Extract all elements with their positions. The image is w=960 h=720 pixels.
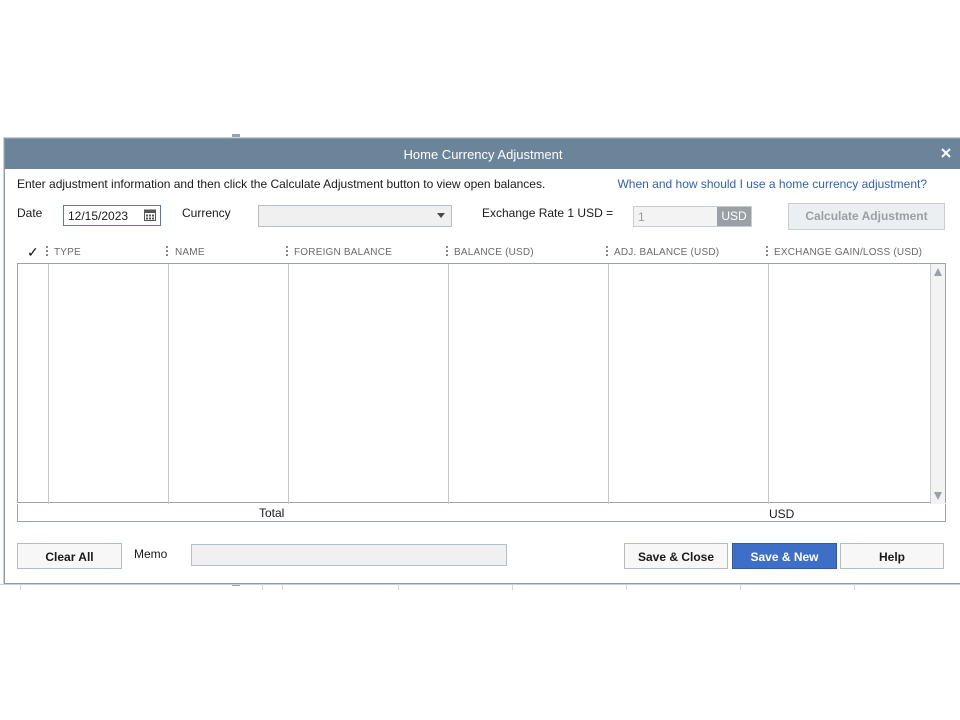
help-link[interactable]: When and how should I use a home currenc…	[617, 177, 927, 191]
exchange-rate-value: 1	[638, 210, 645, 224]
column-header-foreign-balance[interactable]: FOREIGN BALANCE	[294, 247, 392, 258]
column-divider	[48, 264, 49, 504]
date-value: 12/15/2023	[68, 209, 129, 223]
total-unit: USD	[769, 507, 795, 521]
column-divider	[608, 264, 609, 504]
dialog-title: Home Currency Adjustment	[403, 147, 563, 162]
checkmark-column-header[interactable]: ✓	[27, 244, 39, 261]
background-gridline	[0, 584, 960, 585]
memo-field[interactable]	[191, 544, 507, 566]
column-header-type[interactable]: TYPE	[54, 247, 81, 258]
column-header-name[interactable]: NAME	[175, 247, 205, 258]
scroll-down-icon[interactable]	[934, 492, 942, 500]
column-divider	[168, 264, 169, 504]
chevron-down-icon[interactable]	[437, 213, 445, 218]
save-and-close-button[interactable]: Save & Close	[624, 543, 728, 569]
exchange-rate-unit: USD	[717, 207, 751, 226]
dialog-titlebar: Home Currency Adjustment	[5, 139, 960, 169]
save-and-new-button[interactable]: Save & New	[732, 543, 837, 569]
home-currency-adjustment-dialog: Home Currency Adjustment Enter adjustmen…	[4, 138, 960, 584]
clear-all-button[interactable]: Clear All	[17, 543, 122, 569]
date-field[interactable]: 12/15/2023	[63, 205, 161, 226]
total-row: Total USD	[17, 504, 946, 522]
table-body[interactable]	[17, 263, 946, 504]
help-button[interactable]: Help	[840, 543, 944, 569]
exchange-rate-field[interactable]: 1 USD	[633, 206, 752, 227]
currency-label: Currency	[182, 206, 231, 220]
column-divider	[768, 264, 769, 504]
scroll-up-icon[interactable]	[934, 268, 942, 276]
date-label: Date	[17, 206, 43, 220]
close-icon[interactable]	[939, 146, 953, 160]
calendar-icon[interactable]	[144, 209, 156, 221]
total-label: Total	[259, 506, 285, 520]
table-header: ✓ TYPE NAME FOREIGN BALANCE BALANCE (USD…	[17, 243, 946, 263]
exchange-rate-label: Exchange Rate 1 USD =	[482, 206, 614, 220]
column-divider	[288, 264, 289, 504]
currency-dropdown[interactable]	[258, 205, 452, 227]
balances-table: ✓ TYPE NAME FOREIGN BALANCE BALANCE (USD…	[17, 243, 946, 522]
column-header-balance-usd[interactable]: BALANCE (USD)	[454, 247, 534, 258]
column-header-exchange-gain-loss[interactable]: EXCHANGE GAIN/LOSS (USD)	[774, 247, 922, 258]
column-header-adj-balance-usd[interactable]: ADJ. BALANCE (USD)	[614, 247, 719, 258]
vertical-scrollbar[interactable]	[930, 264, 945, 504]
calculate-adjustment-button[interactable]: Calculate Adjustment	[788, 203, 945, 230]
column-divider	[448, 264, 449, 504]
memo-label: Memo	[134, 547, 168, 561]
instructions-text: Enter adjustment information and then cl…	[17, 177, 546, 191]
